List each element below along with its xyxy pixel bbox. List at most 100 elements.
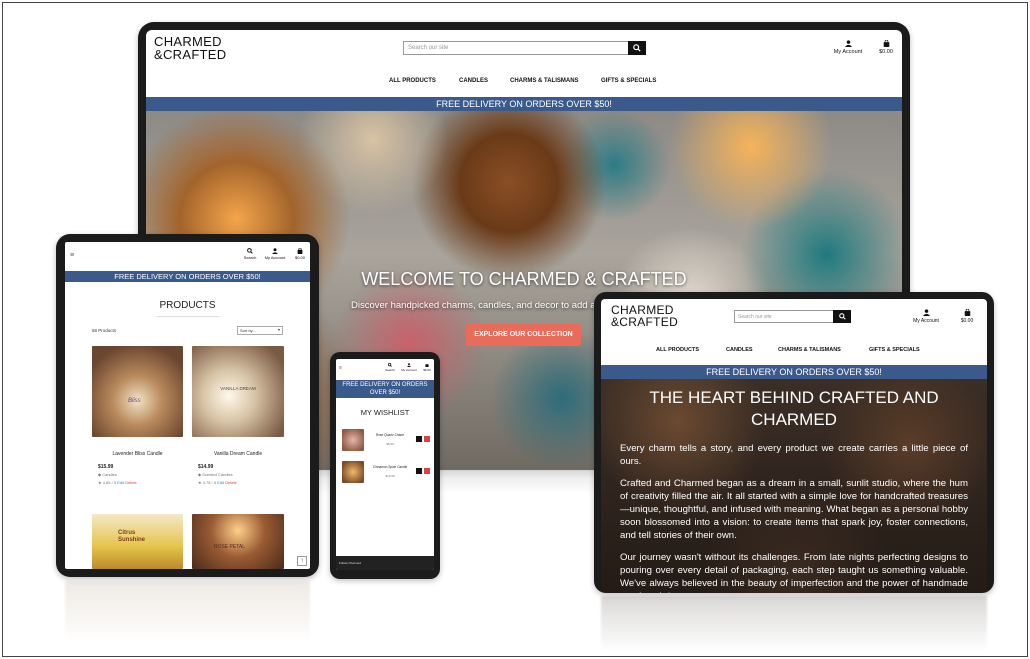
product-name[interactable]: Lavender Bliss Candle (92, 451, 183, 457)
tablet-device: ≡ Search My Account $0.00 FREE DELIVERY … (56, 234, 319, 577)
search-button[interactable] (628, 41, 646, 55)
tablet-account-link[interactable]: My Account (261, 248, 289, 260)
product-image-citrus[interactable]: Citrus Sunshine (92, 514, 183, 569)
phone-account-link[interactable]: My Account (399, 363, 419, 372)
phone-footer-text: Follow Charmed (339, 561, 361, 565)
about-section: THE HEART BEHIND CRAFTED AND CHARMED Eve… (601, 379, 987, 593)
cart-total: $0.00 (960, 318, 974, 324)
product-category-label: Scented Candles (202, 472, 233, 477)
product-name[interactable]: Vanilla Dream Candle (192, 451, 284, 457)
brand-logo[interactable]: CHARMED &CRAFTED (611, 304, 678, 328)
about-title: THE HEART BEHIND CRAFTED AND CHARMED (601, 387, 987, 431)
products-heading-rule (157, 316, 219, 317)
tablet-landscape-screen: CHARMED &CRAFTED Search our site My Acco… (601, 299, 987, 593)
products-heading: PRODUCTS (159, 300, 216, 311)
chevron-down-icon: ▾ (277, 327, 280, 332)
cart-icon (964, 308, 970, 316)
search-icon (838, 313, 846, 320)
tablet-search-link[interactable]: Search (241, 248, 259, 260)
delivery-banner: FREE DELIVERY ON ORDERS OVER $50! (146, 97, 902, 111)
phone-search-link[interactable]: Search (384, 363, 396, 372)
product-rating: 4.85 / 5 (102, 480, 117, 485)
hamburger-icon[interactable]: ≡ (339, 365, 342, 371)
tablet-landscape-reflection (601, 596, 987, 651)
wishlist-item-image[interactable] (342, 429, 364, 451)
edit-link[interactable]: Edit (117, 480, 124, 485)
hamburger-icon[interactable]: ≡ (70, 252, 74, 259)
search-button[interactable] (833, 310, 851, 323)
product-image-rose[interactable]: ROSE PETAL (192, 514, 284, 569)
tag-icon: ◆ (98, 472, 102, 477)
nav-all-products[interactable]: ALL PRODUCTS (656, 347, 699, 353)
tablet-banner-text: FREE DELIVERY ON ORDERS OVER $50! (114, 272, 261, 281)
brand-line-2: &CRAFTED (154, 47, 227, 62)
nav-all-products[interactable]: ALL PRODUCTS (389, 78, 436, 84)
cart-icon (883, 39, 889, 47)
explore-collection-button[interactable]: EXPLORE OUR COLLECTION (466, 324, 581, 346)
about-paragraph-1: Crafted and Charmed began as a dream in … (620, 478, 968, 541)
tablet-screen: ≡ Search My Account $0.00 FREE DELIVERY … (65, 242, 310, 569)
wishlist-item-name[interactable]: Cinnamon Spice Candle (368, 465, 412, 469)
wishlist-item-name[interactable]: Rose Quartz Charm (368, 433, 412, 437)
phone-device: ≡ Search My Account $0.00 FREE DELIVERY … (330, 352, 440, 579)
tablet-search-label: Search (243, 255, 257, 260)
product-rating: 4.78 / 5 (202, 480, 217, 485)
nav-charms-talismans[interactable]: CHARMS & TALISMANS (778, 347, 841, 353)
remove-button[interactable] (424, 468, 430, 474)
product-rating-row: ★ 4.78 / 5 Edit Delete (198, 480, 237, 485)
search-icon (247, 248, 253, 254)
tablet-delivery-banner: FREE DELIVERY ON ORDERS OVER $50! (65, 271, 310, 282)
phone-banner-text: FREE DELIVERY ON ORDERS OVER $50! (342, 382, 428, 396)
user-icon (407, 363, 411, 367)
product-image-label: Bliss (128, 398, 141, 404)
wishlist-item-price: $8.99 (386, 442, 394, 446)
search-icon (388, 363, 392, 367)
about-body: Every charm tells a story, and every pro… (620, 442, 968, 593)
product-price: $15.99 (98, 464, 114, 470)
delete-link[interactable]: Delete (125, 480, 137, 485)
nav-charms-talismans[interactable]: CHARMS & TALISMANS (510, 78, 579, 84)
delivery-banner: FREE DELIVERY ON ORDERS OVER $50! (601, 365, 987, 379)
search-placeholder: Search our site (738, 314, 772, 320)
nav-candles[interactable]: CANDLES (726, 347, 753, 353)
sort-select[interactable]: Sort by... ▾ (237, 326, 283, 335)
tablet-cart-link[interactable]: $0.00 (291, 247, 309, 260)
nav-gifts-specials[interactable]: GIFTS & SPECIALS (869, 347, 920, 353)
tablet-reflection (65, 581, 310, 641)
product-category[interactable]: ◆ Candles (98, 472, 117, 477)
search-input[interactable]: Search our site (734, 310, 834, 323)
product-category[interactable]: ◆ Scented Candles (198, 472, 233, 477)
delete-link[interactable]: Delete (225, 480, 237, 485)
phone-search-label: Search (385, 368, 395, 372)
product-image-vanilla[interactable]: VANILLA DREAM (192, 346, 284, 437)
cart-total: $0.00 (879, 49, 893, 55)
nav-gifts-specials[interactable]: GIFTS & SPECIALS (601, 78, 656, 84)
product-rating-row: ★ 4.85 / 5 Edit Delete (98, 480, 137, 485)
about-paragraph-2: Our journey wasn't without its challenge… (620, 552, 968, 593)
wishlist-item-image[interactable] (342, 461, 364, 483)
product-image-lavender[interactable]: Bliss (92, 346, 183, 437)
product-count: 58 Products (92, 328, 117, 333)
my-account-link[interactable]: My Account (908, 309, 944, 324)
add-to-cart-button[interactable] (416, 468, 422, 474)
star-icon: ★ (198, 480, 202, 485)
phone-cart-link[interactable]: $0.00 (421, 363, 433, 372)
search-placeholder: Search our site (408, 45, 449, 51)
cart-link[interactable]: $0.00 (874, 39, 898, 55)
delivery-banner-text: FREE DELIVERY ON ORDERS OVER $50! (436, 99, 612, 109)
my-account-link[interactable]: My Account (828, 40, 868, 55)
brand-logo[interactable]: CHARMED &CRAFTED (154, 35, 226, 61)
search-input[interactable]: Search our site (403, 41, 629, 55)
nav-candles[interactable]: CANDLES (459, 78, 488, 84)
product-price: $14.99 (198, 464, 214, 470)
edit-link[interactable]: Edit (217, 480, 224, 485)
product-image-label: ROSE PETAL (214, 544, 246, 550)
remove-button[interactable] (424, 436, 430, 442)
back-to-top-button[interactable]: ↑ (297, 556, 307, 566)
phone-footer: Follow Charmed (336, 556, 434, 570)
cart-link[interactable]: $0.00 (955, 308, 979, 324)
tablet-cart-total: $0.00 (294, 255, 305, 260)
product-image-label: Citrus Sunshine (118, 530, 146, 543)
product-category-label: Candles (102, 472, 117, 477)
add-to-cart-button[interactable] (416, 436, 422, 442)
